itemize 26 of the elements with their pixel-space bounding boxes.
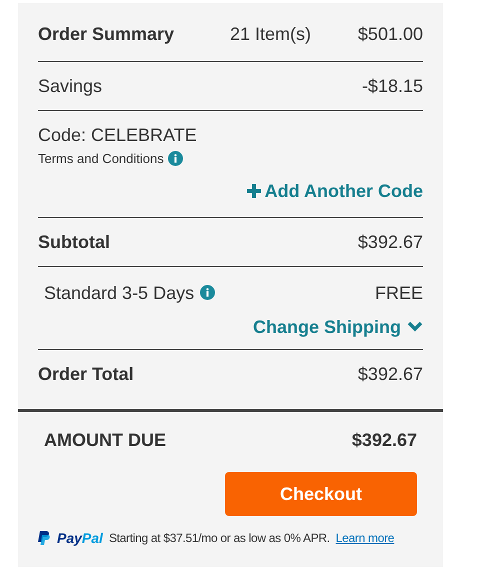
savings-label: Savings [38, 75, 102, 98]
subtotal-amount: $392.67 [358, 230, 423, 254]
checkout-button[interactable]: Checkout [225, 472, 417, 516]
order-total-label: Order Total [38, 362, 134, 386]
terms-link[interactable]: Terms and Conditions [38, 149, 164, 168]
amount-due-label: AMOUNT DUE [44, 428, 166, 452]
change-shipping-link[interactable]: Change Shipping [253, 312, 423, 340]
amount-due-value: $392.67 [352, 428, 417, 452]
item-count: 21 Item(s) [230, 23, 312, 46]
shipping-price: FREE [374, 282, 423, 304]
summary-title: Order Summary [38, 23, 176, 46]
info-icon[interactable] [200, 285, 216, 300]
shipping-method: Standard 3-5 Days [44, 282, 194, 305]
order-total-amount: $392.67 [358, 362, 423, 386]
paypal-brand: PayPal [57, 528, 103, 548]
add-code-link[interactable]: Add Another Code [246, 176, 423, 204]
learn-more-link[interactable]: Learn more [336, 529, 394, 547]
paypal-logo-icon [38, 530, 51, 546]
summary-amount: $501.00 [358, 23, 423, 46]
plus-icon [246, 184, 261, 198]
promo-code: Code: CELEBRATE [38, 124, 198, 147]
chevron-down-icon [407, 320, 423, 332]
subtotal-label: Subtotal [38, 230, 110, 254]
savings-amount: -$18.15 [362, 75, 423, 98]
info-icon[interactable] [168, 151, 183, 166]
paypal-financing-text: Starting at $37.51/mo or as low as 0% APR. [108, 530, 330, 547]
